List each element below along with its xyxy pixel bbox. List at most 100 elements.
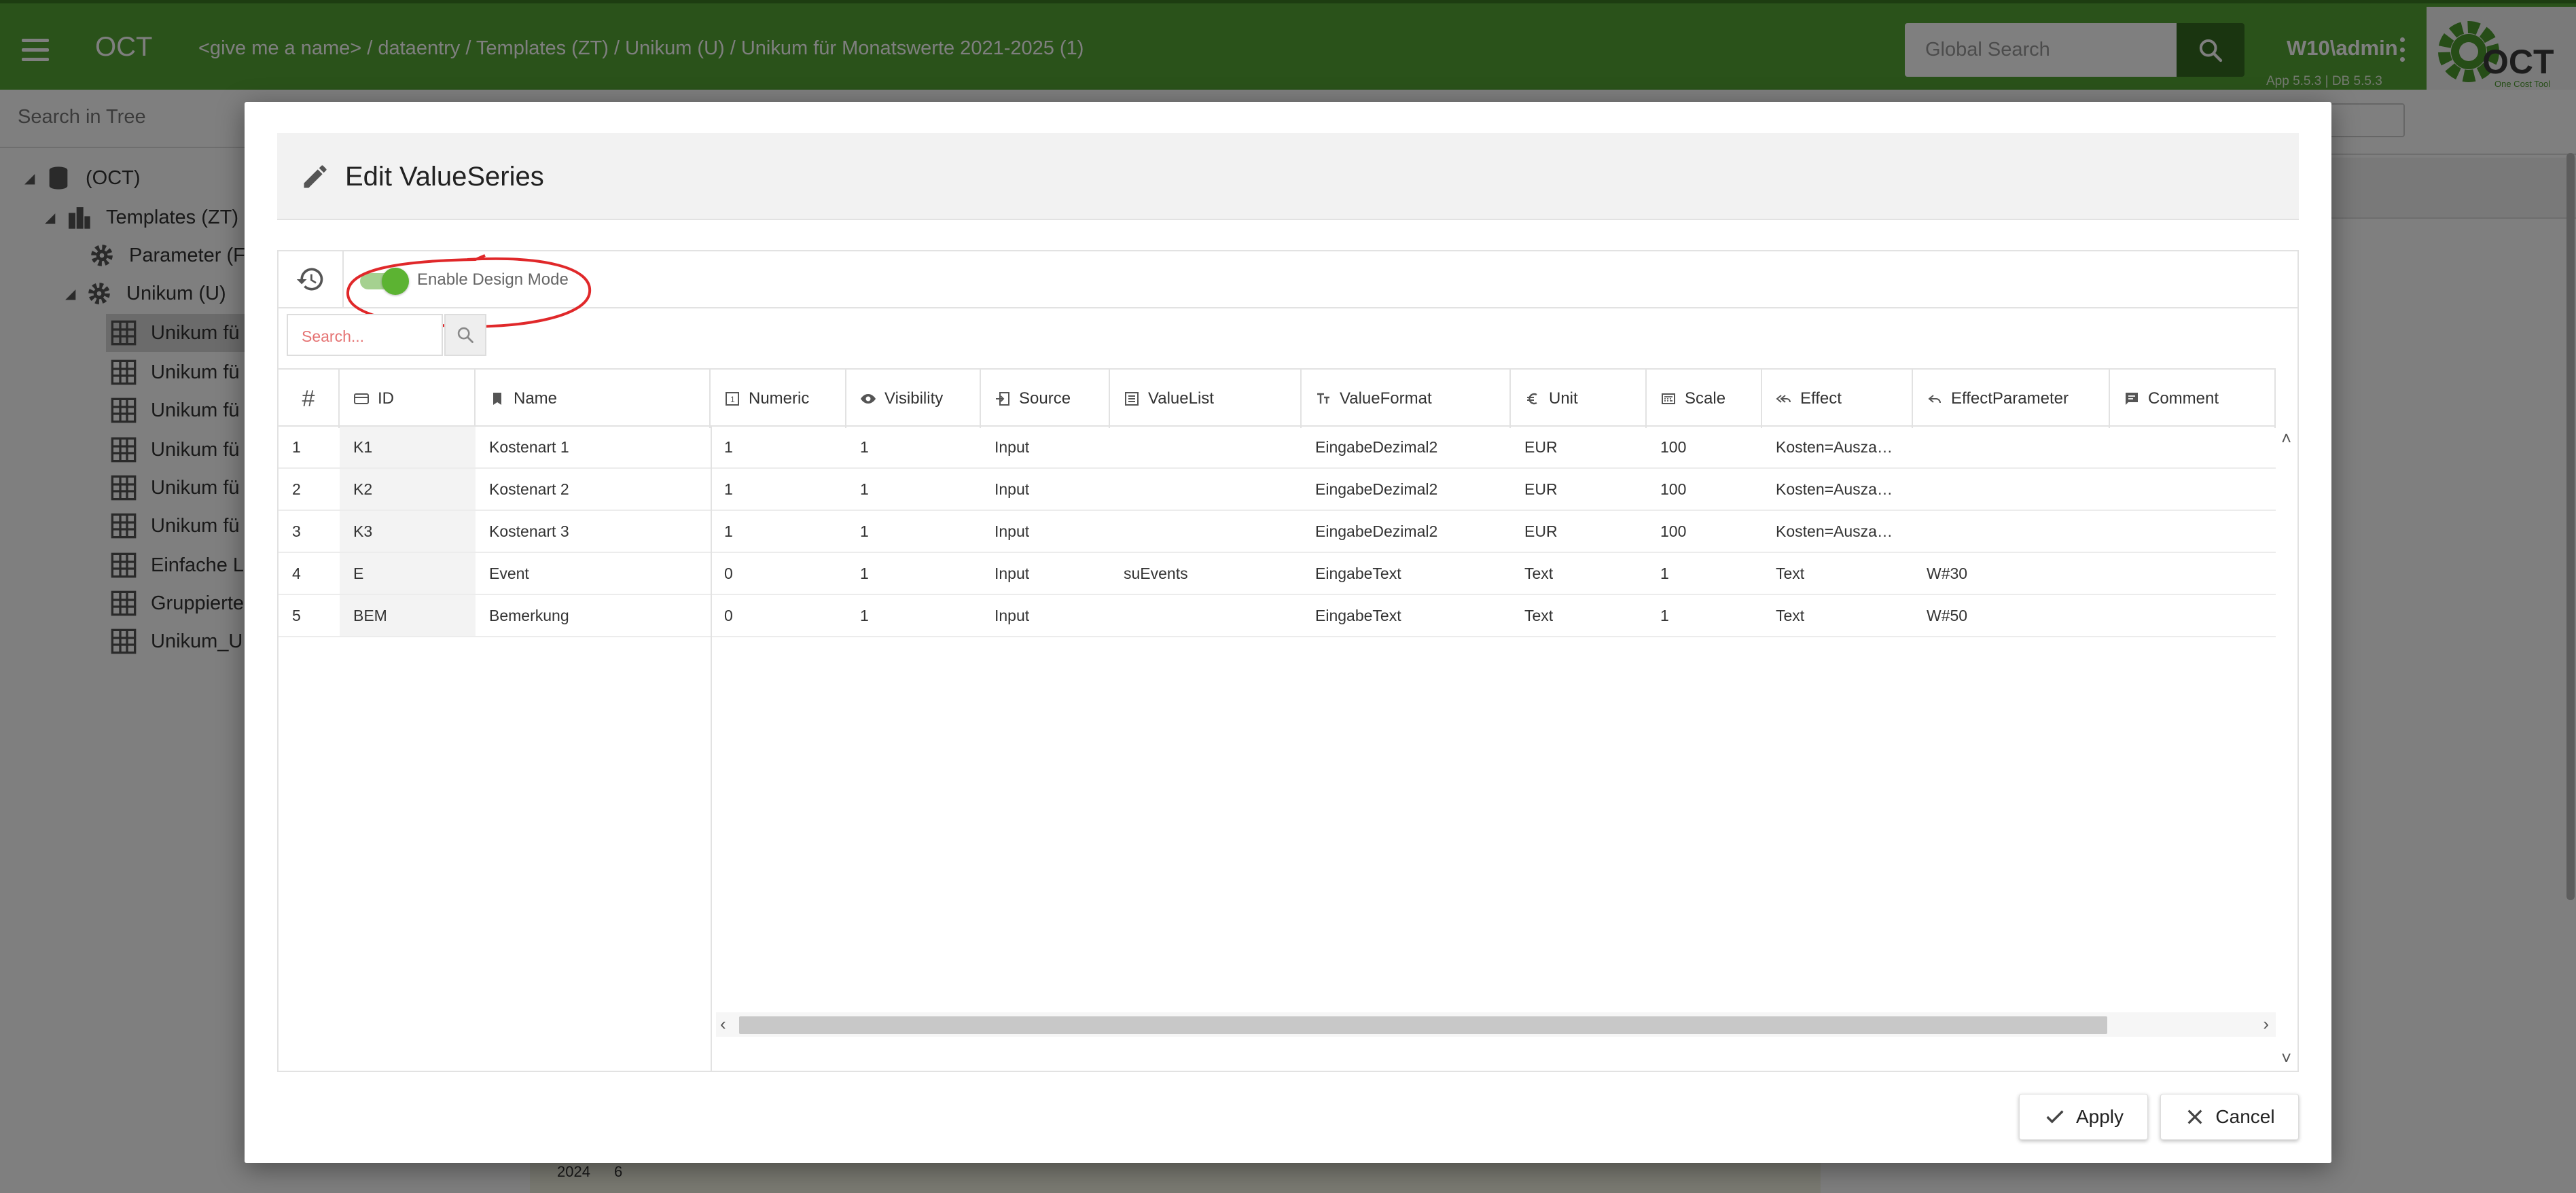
cell-effect[interactable]: Text — [1762, 595, 1913, 636]
cell-scale[interactable]: 1 — [1647, 553, 1762, 594]
col-header-num[interactable]: # — [279, 370, 340, 428]
cell-numeric[interactable]: 1 — [711, 511, 846, 552]
cell-num[interactable]: 1 — [279, 427, 340, 467]
col-header-valuelist[interactable]: ValueList — [1110, 370, 1302, 428]
table-row[interactable]: 1 K1 Kostenart 1 1 1 Input EingabeDezimal2 EUR 1… — [279, 427, 2276, 469]
cell-effectparam[interactable] — [1913, 511, 2110, 552]
col-header-id[interactable]: ID — [340, 370, 476, 428]
cell-id[interactable]: BEM — [340, 595, 476, 636]
col-header-source[interactable]: Source — [981, 370, 1110, 428]
cell-scale[interactable]: 100 — [1647, 427, 1762, 467]
cell-id[interactable]: E — [340, 553, 476, 594]
cell-numeric[interactable]: 1 — [711, 427, 846, 467]
col-header-comment[interactable]: Comment — [2110, 370, 2276, 428]
col-header-effect[interactable]: Effect — [1762, 370, 1913, 428]
table-row[interactable]: 2 K2 Kostenart 2 1 1 Input EingabeDezimal2 EUR 1… — [279, 469, 2276, 511]
cell-effect[interactable]: Kosten=Ausza… — [1762, 511, 1913, 552]
apply-button[interactable]: Apply — [2019, 1094, 2148, 1140]
cell-comment[interactable] — [2110, 511, 2276, 552]
grid-search-input[interactable]: Search... — [287, 314, 443, 356]
cell-valueformat[interactable]: EingabeDezimal2 — [1302, 427, 1511, 467]
col-header-effectparam[interactable]: EffectParameter — [1913, 370, 2110, 428]
history-button[interactable] — [279, 251, 344, 307]
cell-comment[interactable] — [2110, 469, 2276, 510]
cell-comment[interactable] — [2110, 553, 2276, 594]
cell-numeric[interactable]: 0 — [711, 595, 846, 636]
vertical-scrollbar[interactable]: ˄ ˅ — [2281, 368, 2299, 1068]
cell-id[interactable]: K3 — [340, 511, 476, 552]
cell-name[interactable]: Kostenart 3 — [476, 511, 711, 552]
cell-scale[interactable]: 100 — [1647, 511, 1762, 552]
cell-num[interactable]: 4 — [279, 553, 340, 594]
cell-effect[interactable]: Kosten=Ausza… — [1762, 469, 1913, 510]
cell-num[interactable]: 3 — [279, 511, 340, 552]
cell-source[interactable]: Input — [981, 595, 1110, 636]
cell-valuelist[interactable] — [1110, 595, 1302, 636]
cell-source[interactable]: Input — [981, 511, 1110, 552]
cell-scale[interactable]: 100 — [1647, 469, 1762, 510]
cell-effectparam[interactable]: W#50 — [1913, 595, 2110, 636]
cell-effect[interactable]: Text — [1762, 553, 1913, 594]
cell-name[interactable]: Event — [476, 553, 711, 594]
col-header-label: Source — [1019, 389, 1071, 408]
col-header-unit[interactable]: Unit — [1511, 370, 1647, 428]
cell-valuelist[interactable] — [1110, 511, 1302, 552]
table-row[interactable]: 5 BEM Bemerkung 0 1 Input EingabeText Text 1 Text… — [279, 595, 2276, 637]
col-header-label: Effect — [1800, 389, 1842, 408]
cell-visibility[interactable]: 1 — [846, 427, 981, 467]
cell-valueformat[interactable]: EingabeText — [1302, 553, 1511, 594]
cell-numeric[interactable]: 1 — [711, 469, 846, 510]
cell-valueformat[interactable]: EingabeText — [1302, 595, 1511, 636]
scroll-down-icon[interactable]: ˅ — [2281, 1048, 2291, 1069]
cell-visibility[interactable]: 1 — [846, 553, 981, 594]
cell-scale[interactable]: 1 — [1647, 595, 1762, 636]
bookmark-icon — [493, 393, 501, 405]
cell-unit[interactable]: Text — [1511, 595, 1647, 636]
cell-name[interactable]: Kostenart 2 — [476, 469, 711, 510]
cell-num[interactable]: 5 — [279, 595, 340, 636]
cell-valueformat[interactable]: EingabeDezimal2 — [1302, 469, 1511, 510]
col-header-valueformat[interactable]: ValueFormat — [1302, 370, 1511, 428]
cell-source[interactable]: Input — [981, 469, 1110, 510]
col-header-scale[interactable]: Scale — [1647, 370, 1762, 428]
cell-visibility[interactable]: 1 — [846, 511, 981, 552]
cell-valuelist[interactable] — [1110, 427, 1302, 467]
cell-unit[interactable]: EUR — [1511, 511, 1647, 552]
cell-comment[interactable] — [2110, 595, 2276, 636]
horizontal-scrollbar[interactable]: ‹ › — [716, 1012, 2276, 1037]
cell-visibility[interactable]: 1 — [846, 595, 981, 636]
cell-source[interactable]: Input — [981, 427, 1110, 467]
scroll-right-icon[interactable]: › — [2263, 1014, 2269, 1035]
cell-numeric[interactable]: 0 — [711, 553, 846, 594]
table-row[interactable]: 3 K3 Kostenart 3 1 1 Input EingabeDezimal2 EUR 1… — [279, 511, 2276, 553]
scroll-up-icon[interactable]: ˄ — [2281, 428, 2291, 449]
cancel-button[interactable]: Cancel — [2160, 1094, 2299, 1140]
scroll-thumb[interactable] — [739, 1016, 2107, 1034]
cell-source[interactable]: Input — [981, 553, 1110, 594]
cell-unit[interactable]: EUR — [1511, 469, 1647, 510]
col-header-visibility[interactable]: Visibility — [846, 370, 981, 428]
cell-num[interactable]: 2 — [279, 469, 340, 510]
table-row[interactable]: 4 E Event 0 1 Input suEvents EingabeText Text 1 Te… — [279, 553, 2276, 595]
cell-comment[interactable] — [2110, 427, 2276, 467]
col-header-numeric[interactable]: 1 Numeric — [711, 370, 846, 428]
cell-valuelist[interactable] — [1110, 469, 1302, 510]
cell-visibility[interactable]: 1 — [846, 469, 981, 510]
cell-effectparam[interactable] — [1913, 469, 2110, 510]
grid-search-button[interactable] — [444, 314, 486, 356]
cell-effect[interactable]: Kosten=Ausza… — [1762, 427, 1913, 467]
cell-unit[interactable]: EUR — [1511, 427, 1647, 467]
cell-effectparam[interactable]: W#30 — [1913, 553, 2110, 594]
cell-id[interactable]: K2 — [340, 469, 476, 510]
cell-valueformat[interactable]: EingabeDezimal2 — [1302, 511, 1511, 552]
cell-valuelist[interactable]: suEvents — [1110, 553, 1302, 594]
col-header-name[interactable]: Name — [476, 370, 711, 428]
cell-unit[interactable]: Text — [1511, 553, 1647, 594]
scroll-left-icon[interactable]: ‹ — [720, 1014, 726, 1035]
comment-icon — [2126, 393, 2138, 405]
cell-effectparam[interactable] — [1913, 427, 2110, 467]
cell-name[interactable]: Kostenart 1 — [476, 427, 711, 467]
cell-id[interactable]: K1 — [340, 427, 476, 467]
col-header-label: ValueList — [1148, 389, 1214, 408]
cell-name[interactable]: Bemerkung — [476, 595, 711, 636]
